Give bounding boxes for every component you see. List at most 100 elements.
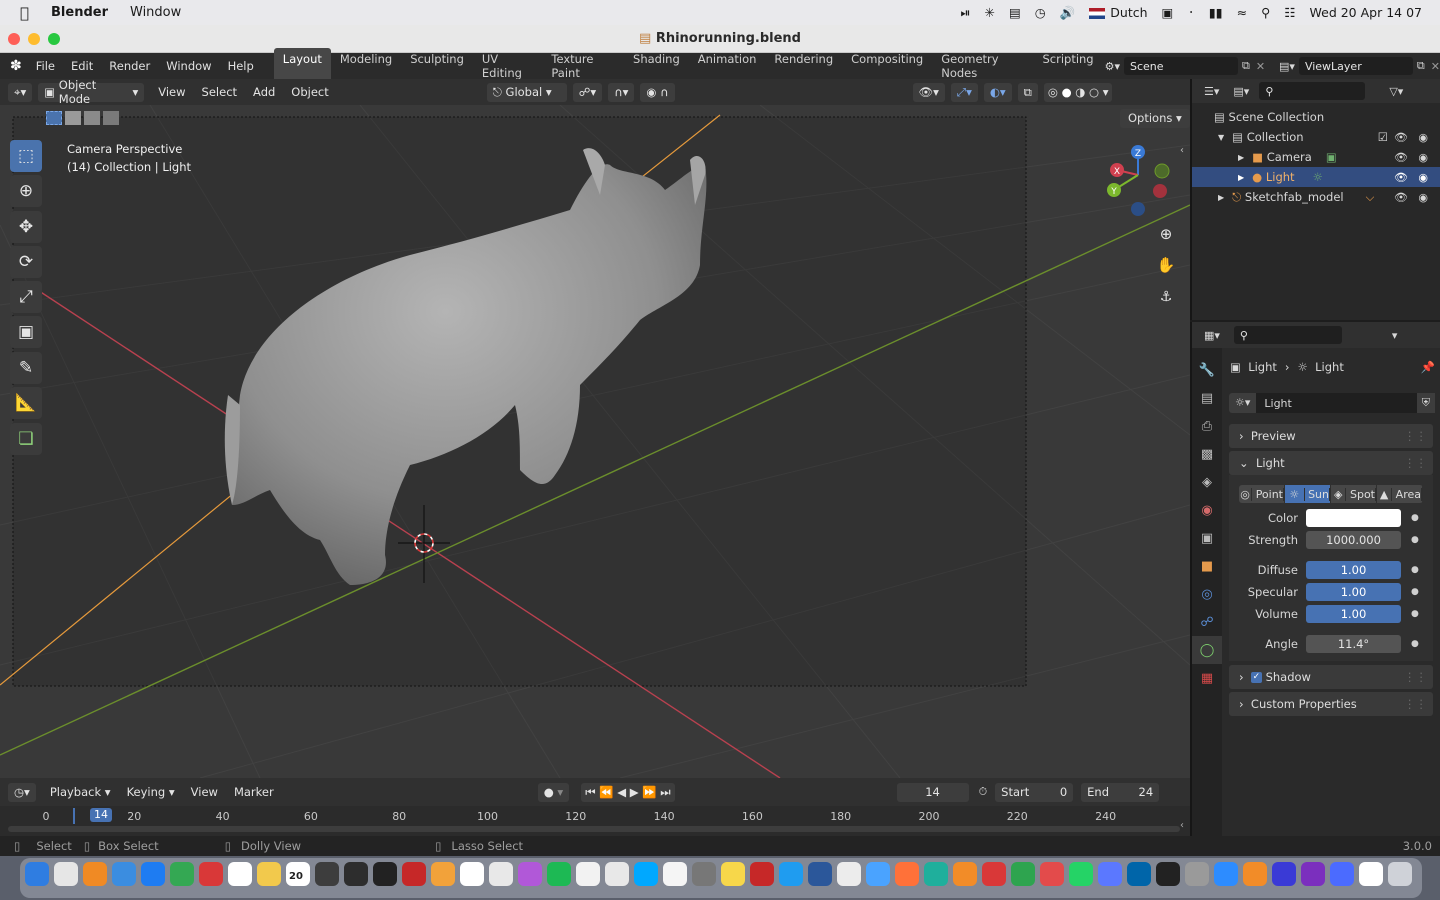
- timeline-body[interactable]: 0 20 40 60 80 100 120 140 160 180 200 220 240 14 ‹: [0, 806, 1190, 836]
- menu-marker[interactable]: Marker: [226, 785, 282, 799]
- dock-app-icon[interactable]: [1301, 862, 1325, 886]
- dock-app-icon[interactable]: [576, 862, 600, 886]
- tab-object[interactable]: ■: [1192, 552, 1222, 580]
- dock-app-icon[interactable]: [605, 862, 629, 886]
- dock-app-icon[interactable]: [112, 862, 136, 886]
- strength-field[interactable]: 1000.000: [1306, 531, 1401, 549]
- current-frame-field[interactable]: 14: [896, 782, 969, 802]
- time-machine-icon[interactable]: ◷: [1035, 5, 1046, 20]
- material-shading-icon[interactable]: ◑: [1075, 85, 1085, 99]
- tab-render[interactable]: ▤: [1192, 384, 1222, 412]
- menu-view[interactable]: View: [150, 85, 193, 99]
- dock-app-icon[interactable]: [199, 862, 223, 886]
- eye-icon[interactable]: 👁: [1394, 131, 1408, 144]
- menu-edit[interactable]: Edit: [63, 59, 101, 73]
- custom-properties-panel-header[interactable]: › Custom Properties ⋮⋮: [1229, 692, 1433, 716]
- dock-app-icon[interactable]: [1011, 862, 1035, 886]
- start-frame-field[interactable]: Start 0: [995, 782, 1074, 802]
- angle-field[interactable]: 11.4°: [1306, 635, 1401, 653]
- light-type-point[interactable]: ◎ Point: [1239, 485, 1285, 503]
- delete-scene-icon[interactable]: ✕: [1256, 60, 1265, 73]
- rendered-shading-icon[interactable]: ○: [1089, 85, 1099, 99]
- tab-constraints[interactable]: ☍: [1192, 608, 1222, 636]
- battery-menu-icon[interactable]: ▣: [1162, 5, 1174, 20]
- select-extend-icon[interactable]: [65, 111, 81, 125]
- tab-texture[interactable]: ▦: [1192, 664, 1222, 692]
- dock-app-icon[interactable]: [837, 862, 861, 886]
- dock-app-icon[interactable]: [373, 862, 397, 886]
- render-camera-icon[interactable]: ◉: [1418, 191, 1428, 204]
- wifi-icon[interactable]: ≈: [1237, 5, 1247, 20]
- properties-editor-icon[interactable]: ▦▾: [1204, 329, 1220, 342]
- dock-app-icon[interactable]: [895, 862, 919, 886]
- asterisk-icon[interactable]: ✳: [985, 5, 995, 20]
- display-mode-icon[interactable]: ▤▾: [1233, 85, 1249, 98]
- timeline-editor-type-button[interactable]: ◷▾: [8, 782, 36, 802]
- shadow-checkbox[interactable]: ✓: [1250, 671, 1262, 683]
- dock-app-icon[interactable]: [779, 862, 803, 886]
- tab-view-layer[interactable]: ▩: [1192, 440, 1222, 468]
- select-invert-icon[interactable]: [103, 111, 119, 125]
- zoom-icon[interactable]: ⊕: [1160, 225, 1173, 243]
- play-reverse-icon[interactable]: ◀: [617, 785, 626, 799]
- tab-world[interactable]: ◉: [1192, 496, 1222, 524]
- blender-logo-icon[interactable]: ✽: [0, 58, 22, 74]
- menu-file[interactable]: File: [28, 59, 63, 73]
- outliner-row-collection[interactable]: ▼ ▤ Collection ☑ 👁 ◉: [1192, 127, 1440, 147]
- chevron-down-icon[interactable]: ▾: [1392, 329, 1398, 342]
- dock-app-icon[interactable]: [750, 862, 774, 886]
- drag-handle-icon[interactable]: ⋮⋮: [1404, 456, 1427, 470]
- dock-app-icon[interactable]: [431, 862, 455, 886]
- visibility-button[interactable]: 👁▾: [912, 82, 945, 102]
- auto-keying-button[interactable]: ● ▾: [537, 782, 570, 802]
- menu-help[interactable]: Help: [220, 59, 262, 73]
- dock-app-icon[interactable]: [692, 862, 716, 886]
- dock-app-icon[interactable]: [344, 862, 368, 886]
- gizmo-button[interactable]: ⤢▾: [950, 82, 978, 102]
- rotate-tool[interactable]: ⟳: [10, 246, 42, 278]
- playhead-line[interactable]: [73, 808, 75, 824]
- dock-app-icon[interactable]: [808, 862, 832, 886]
- dock-app-icon[interactable]: [518, 862, 542, 886]
- dock-app-icon[interactable]: [257, 862, 281, 886]
- light-type-area[interactable]: ▲ Area: [1377, 485, 1423, 503]
- editor-type-button[interactable]: ⌖▾: [8, 82, 33, 102]
- tab-physics[interactable]: ◎: [1192, 580, 1222, 608]
- collapse-icon[interactable]: ‹: [1180, 820, 1184, 831]
- outliner-row-sketchfab-model[interactable]: ▶ ⎋ Sketchfab_model ⌵ 👁 ◉: [1192, 187, 1440, 207]
- mode-dropdown[interactable]: ▣ Object Mode ▾: [38, 78, 145, 106]
- overlays-button[interactable]: ◐▾: [983, 82, 1012, 102]
- dock-app-icon[interactable]: [1156, 862, 1180, 886]
- delete-viewlayer-icon[interactable]: ✕: [1431, 60, 1440, 73]
- dock-app-icon[interactable]: [1272, 862, 1296, 886]
- dock-app-icon[interactable]: [1330, 862, 1354, 886]
- timeline-scrollbar[interactable]: [8, 826, 1180, 832]
- light-type-spot[interactable]: ◈ Spot: [1331, 485, 1377, 503]
- input-source[interactable]: Dutch: [1089, 5, 1148, 20]
- outliner-search-input[interactable]: ⚲: [1259, 82, 1366, 100]
- menu-add[interactable]: Add: [245, 85, 283, 99]
- outliner-row-scene-collection[interactable]: ▤ Scene Collection: [1192, 107, 1440, 127]
- control-center-icon[interactable]: ☷: [1284, 5, 1295, 20]
- dock-app-icon[interactable]: [1127, 862, 1151, 886]
- shadow-panel-header[interactable]: › ✓ Shadow ⋮⋮: [1229, 665, 1433, 689]
- bluetooth-icon[interactable]: ᛫: [1187, 5, 1195, 20]
- light-type-sun[interactable]: ☼ Sun: [1285, 485, 1331, 503]
- keyframe-dot-icon[interactable]: ●: [1411, 639, 1419, 649]
- new-scene-icon[interactable]: ⧉: [1242, 59, 1250, 73]
- pan-hand-icon[interactable]: ✋: [1157, 256, 1176, 274]
- keyboard-viewer-icon[interactable]: ▤: [1009, 5, 1021, 20]
- dock-app-icon[interactable]: [1098, 862, 1122, 886]
- viewlayer-field[interactable]: ViewLayer: [1298, 57, 1413, 75]
- light-datablock-field[interactable]: ☼▾ Light ⛨: [1229, 393, 1435, 413]
- drag-handle-icon[interactable]: ⋮⋮: [1404, 670, 1427, 684]
- filter-icon[interactable]: ▽▾: [1389, 85, 1403, 98]
- transform-tool[interactable]: ▣: [10, 316, 42, 348]
- scene-selector-icon[interactable]: ⚙▾: [1105, 60, 1120, 73]
- xray-button[interactable]: ⧉: [1017, 82, 1038, 102]
- snap-button[interactable]: ∩▾: [608, 82, 635, 102]
- dock-app-icon[interactable]: [228, 862, 252, 886]
- keyframe-dot-icon[interactable]: ●: [1411, 513, 1419, 523]
- apple-icon[interactable]: : [20, 4, 29, 22]
- pivot-point-button[interactable]: ☍▾: [572, 82, 603, 102]
